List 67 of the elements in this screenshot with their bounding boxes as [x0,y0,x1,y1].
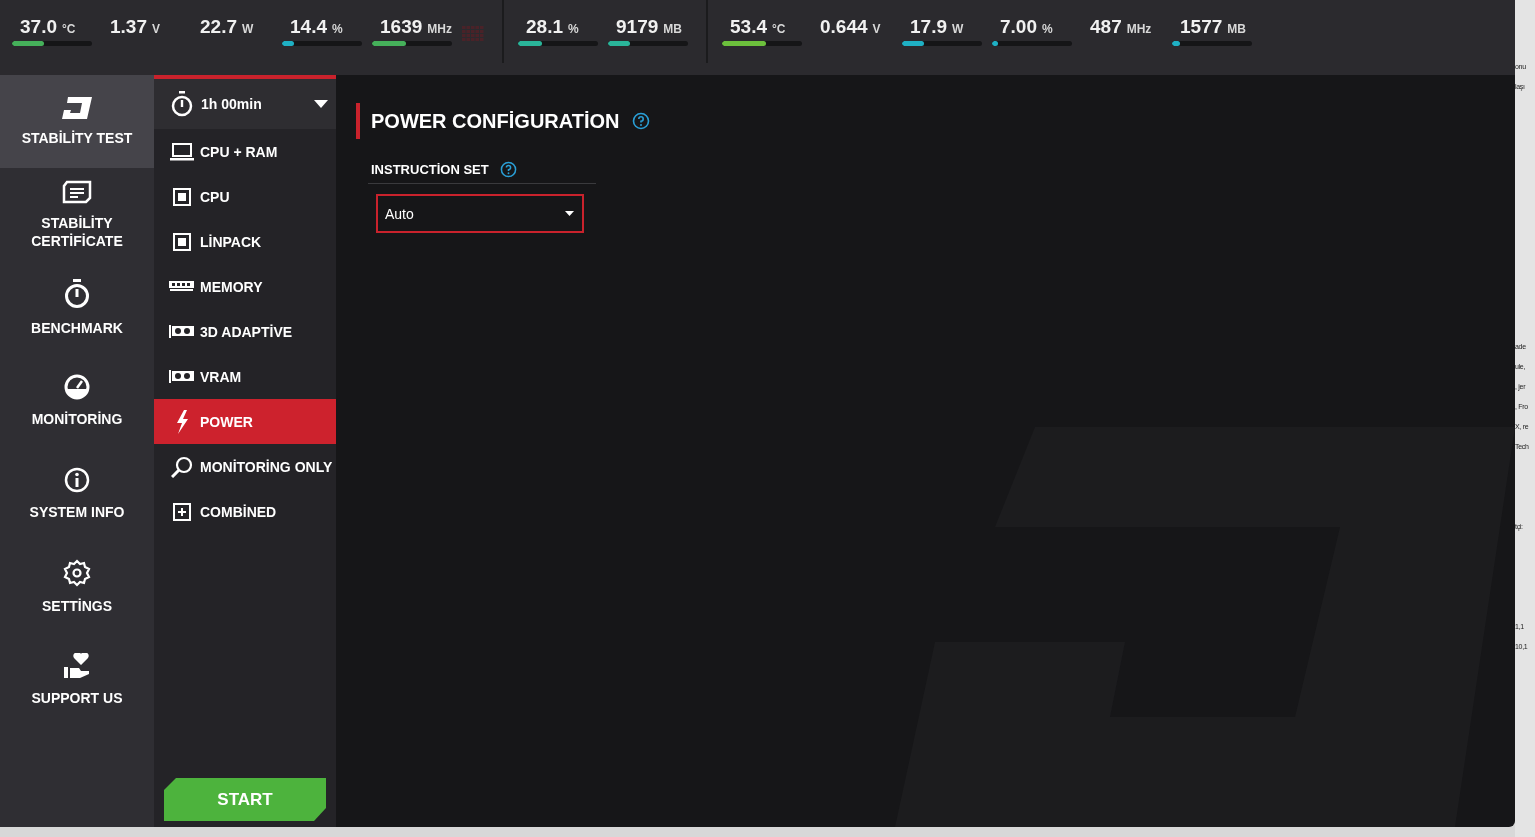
sidebar-item[interactable]: STABİLİTY TEST [0,75,154,168]
sidebar-item[interactable]: BENCHMARK [0,261,154,354]
sidebar-item[interactable]: MONİTORİNG [0,354,154,447]
laptop-icon [169,142,194,161]
chip-icon [172,187,191,206]
sidebar-item[interactable]: STABİLİTY CERTİFİCATE [0,168,154,261]
sidebar-item[interactable]: SETTİNGS [0,540,154,633]
memory-icon [169,281,194,292]
metric-value: 1.37 [110,16,147,38]
metric-unit: % [332,22,343,36]
test-item[interactable]: MEMORY [154,264,336,309]
metric-value: 14.4 [290,16,327,38]
metric-value: 0.644 [820,16,868,38]
info-icon [64,466,90,493]
metric-unit: % [568,22,579,36]
test-item[interactable]: MONİTORİNG ONLY [154,444,336,489]
test-item[interactable]: VRAM [154,354,336,399]
instruction-set-dropdown[interactable]: Auto [376,194,584,233]
metric-unit: MHz [427,22,452,36]
logo-icon [62,96,92,119]
graphics-card-icon [169,325,194,338]
lightning-icon [174,409,189,434]
test-item[interactable]: CPU [154,174,336,219]
field-label: INSTRUCTİON SET [371,162,489,177]
metric-value: 7.00 [1000,16,1037,38]
metric-value: 22.7 [200,16,237,38]
certificate-icon [62,179,92,204]
test-item[interactable]: CPU + RAM [154,129,336,174]
section-title: POWER CONFİGURATİON [371,109,620,133]
metric-value: 487 [1090,16,1122,38]
heart-hand-icon [63,652,91,679]
help-icon[interactable] [631,112,650,130]
caret-icon [314,100,328,108]
metric-unit: °C [62,22,76,36]
metric-unit: V [872,22,881,36]
metric-unit: MHz [1126,22,1152,36]
help-icon[interactable] [499,161,517,178]
search-icon [170,455,193,478]
metric-unit: W [242,22,254,36]
stopwatch-icon [64,278,90,309]
stopwatch-icon [171,91,193,117]
duration-dropdown[interactable]: 1h 00min [154,79,336,129]
graphics-card-icon [169,370,194,383]
metric-value: 37.0 [20,16,57,38]
caret-icon [565,211,574,216]
add-box-icon [172,502,191,521]
metric-value: 1577 [1180,16,1223,38]
metric-unit: MB [1227,22,1246,36]
test-item[interactable]: 3D ADAPTİVE [154,309,336,354]
metric-unit: % [1042,22,1053,36]
metric-value: 28.1 [526,16,563,38]
test-item[interactable]: POWER [154,399,336,444]
settings-icon [63,558,91,587]
metric-value: 17.9 [910,16,947,38]
metric-unit: °C [772,22,786,36]
metric-unit: MB [663,22,682,36]
test-item[interactable]: COMBİNED [154,489,336,534]
metric-value: 9179 [616,16,659,38]
metric-unit: V [152,22,160,36]
sidebar-item[interactable]: SUPPORT US [0,633,154,726]
gauge-icon [64,373,90,400]
chip-icon [172,232,191,251]
metric-unit: W [952,22,964,36]
test-item[interactable]: LİNPACK [154,219,336,264]
metric-value: 1639 [380,16,423,38]
sidebar-item[interactable]: SYSTEM INFO [0,447,154,540]
metric-value: 53.4 [730,16,767,38]
